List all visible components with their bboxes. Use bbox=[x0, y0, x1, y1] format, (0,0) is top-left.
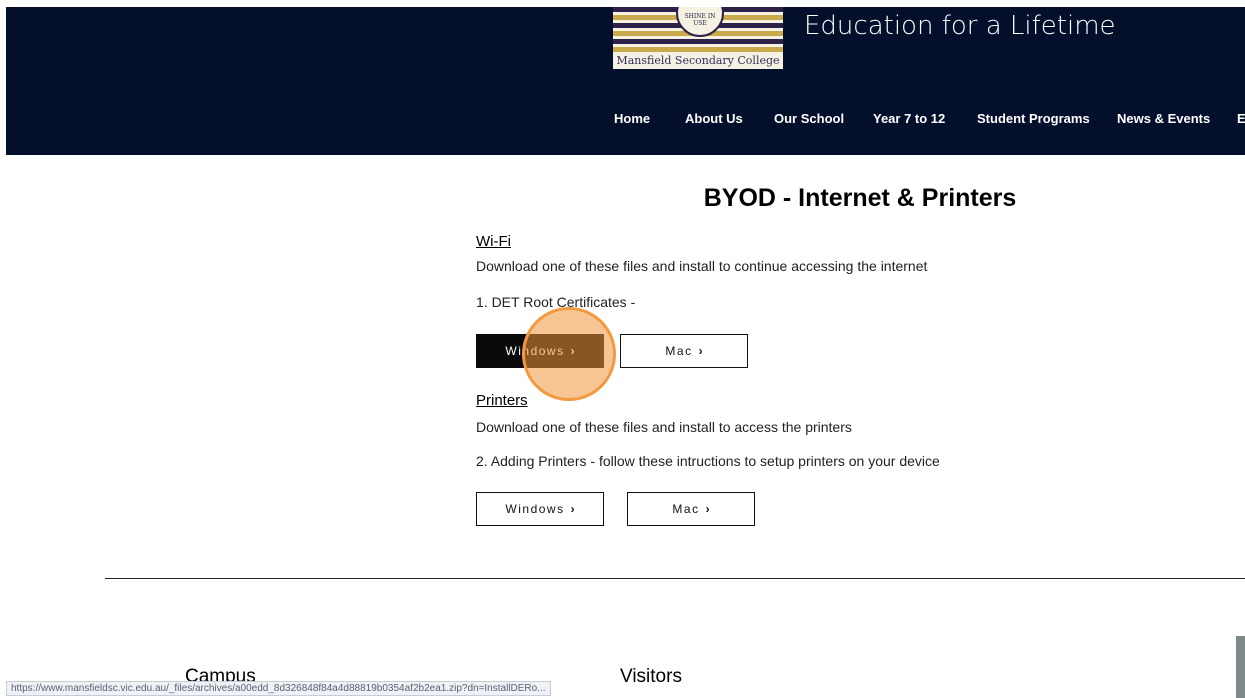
wifi-step: 1. DET Root Certificates - bbox=[476, 294, 636, 310]
printers-description: Download one of these files and install … bbox=[476, 419, 852, 435]
status-bar-url: https://www.mansfieldsc.vic.edu.au/_file… bbox=[6, 681, 551, 696]
footer-image bbox=[1236, 636, 1245, 698]
logo-motto: SHINE IN USE bbox=[684, 13, 716, 27]
nav-item-about-us[interactable]: About Us bbox=[685, 111, 774, 126]
footer-visitors-heading: Visitors bbox=[620, 666, 682, 687]
nav-item-home[interactable]: Home bbox=[613, 111, 685, 126]
nav-item-student-programs[interactable]: Student Programs bbox=[977, 111, 1117, 126]
site-tagline: Education for a Lifetime bbox=[804, 11, 1116, 41]
printers-windows-button[interactable]: Windows › bbox=[476, 492, 604, 526]
wifi-mac-button[interactable]: Mac › bbox=[620, 334, 748, 368]
logo-name: Mansfield Secondary College bbox=[616, 54, 780, 67]
chevron-right-icon: › bbox=[698, 344, 703, 358]
chevron-right-icon: › bbox=[705, 502, 710, 516]
printers-heading: Printers bbox=[476, 392, 528, 409]
wifi-description: Download one of these files and install … bbox=[476, 258, 928, 274]
printers-windows-label: Windows bbox=[505, 502, 565, 516]
school-logo[interactable]: SHINE IN USE Mansfield Secondary College bbox=[613, 7, 783, 69]
nav-item-more[interactable]: E bbox=[1237, 111, 1245, 126]
wifi-heading: Wi-Fi bbox=[476, 233, 511, 250]
nav-item-year-7-to-12[interactable]: Year 7 to 12 bbox=[873, 111, 977, 126]
printers-mac-button[interactable]: Mac › bbox=[627, 492, 755, 526]
nav-item-our-school[interactable]: Our School bbox=[774, 111, 873, 126]
chevron-right-icon: › bbox=[570, 502, 575, 516]
nav-item-news-events[interactable]: News & Events bbox=[1117, 111, 1237, 126]
printers-step: 2. Adding Printers - follow these intruc… bbox=[476, 453, 940, 469]
main-nav: Home About Us Our School Year 7 to 12 St… bbox=[613, 111, 1245, 126]
footer-divider bbox=[105, 578, 1245, 579]
click-indicator bbox=[522, 307, 616, 401]
printers-mac-label: Mac bbox=[672, 502, 700, 516]
wifi-mac-label: Mac bbox=[665, 344, 693, 358]
site-header: SHINE IN USE Mansfield Secondary College… bbox=[6, 7, 1245, 155]
page-title: BYOD - Internet & Printers bbox=[703, 184, 1017, 212]
